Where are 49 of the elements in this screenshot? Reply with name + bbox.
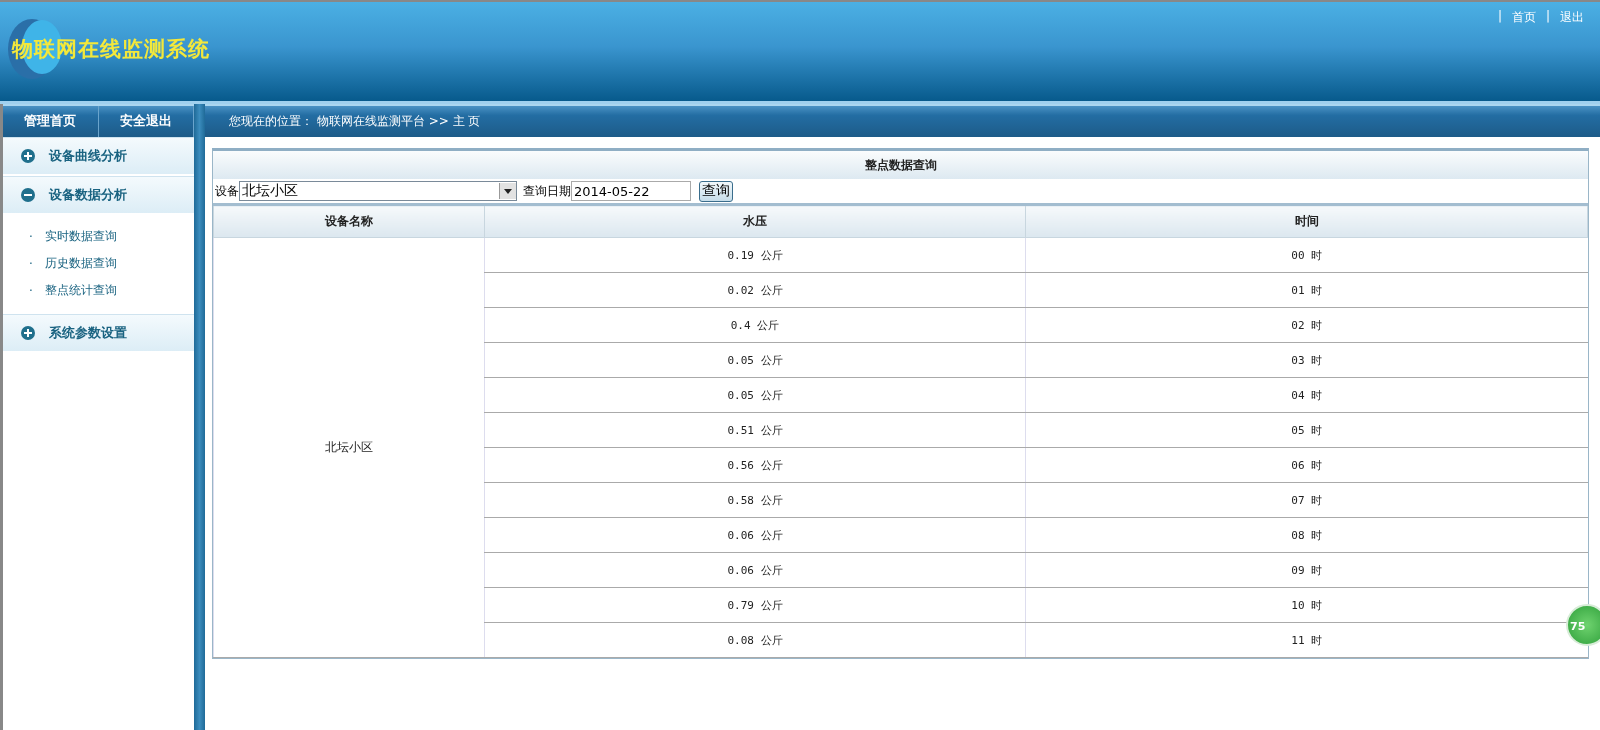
menu-group[interactable]: 设备曲线分析: [3, 137, 194, 176]
menu-item[interactable]: 实时数据查询: [44, 228, 117, 245]
table-cell: 0.05 公斤: [484, 342, 1026, 378]
table-cell: 0.08 公斤: [484, 622, 1026, 658]
table-cell: 00 时: [1025, 237, 1588, 273]
menu-item[interactable]: 整点统计查询: [44, 282, 117, 299]
table-cell: 0.19 公斤: [484, 237, 1026, 273]
date-label: 查询日期: [523, 182, 571, 200]
table-cell: 北坛小区: [213, 237, 485, 658]
bullet: ·: [29, 256, 33, 271]
table-cell: 0.05 公斤: [484, 377, 1026, 413]
table-cell: 01 时: [1025, 272, 1588, 308]
column-header: 水压: [484, 204, 1026, 238]
panel-title: 整点数据查询: [213, 151, 1588, 179]
column-header: 设备名称: [213, 204, 485, 238]
table-cell: 0.51 公斤: [484, 412, 1026, 448]
table-cell: 0.02 公斤: [484, 272, 1026, 308]
table-cell: 07 时: [1025, 482, 1588, 518]
bullet: ·: [29, 283, 33, 298]
dropdown-arrow-icon: [504, 188, 512, 194]
table-cell: 0.06 公斤: [484, 517, 1026, 553]
system-title: 物联网在线监测系统: [12, 35, 210, 63]
table-cell: 04 时: [1025, 377, 1588, 413]
table-cell: 0.79 公斤: [484, 587, 1026, 623]
table-cell: 0.06 公斤: [484, 552, 1026, 588]
table-cell: 09 时: [1025, 552, 1588, 588]
table-cell: 06 时: [1025, 447, 1588, 483]
separator: |: [1497, 9, 1502, 25]
menu-group[interactable]: 设备数据分析: [3, 176, 194, 215]
plus-icon: [21, 326, 35, 340]
breadcrumb: 您现在的位置： 物联网在线监测平台 >> 主 页: [229, 113, 481, 130]
separator: |: [1545, 9, 1550, 25]
device-select[interactable]: 北坛小区: [239, 181, 517, 201]
table-cell: 02 时: [1025, 307, 1588, 343]
table-cell: 0.56 公斤: [484, 447, 1026, 483]
column-header: 时间: [1025, 204, 1588, 238]
table-cell: 03 时: [1025, 342, 1588, 378]
table-cell: 05 时: [1025, 412, 1588, 448]
bullet: ·: [29, 229, 33, 244]
device-label: 设备: [215, 182, 239, 200]
plus-icon: [21, 149, 35, 163]
date-field[interactable]: 2014-05-22: [571, 181, 691, 201]
table-cell: 08 时: [1025, 517, 1588, 553]
minus-icon: [21, 188, 35, 202]
menu-item[interactable]: 历史数据查询: [44, 255, 117, 272]
table-cell: 0.58 公斤: [484, 482, 1026, 518]
menu-group[interactable]: 系统参数设置: [3, 314, 194, 353]
table-cell: 0.4 公斤: [484, 307, 1026, 343]
query-button[interactable]: 查询: [699, 180, 733, 202]
